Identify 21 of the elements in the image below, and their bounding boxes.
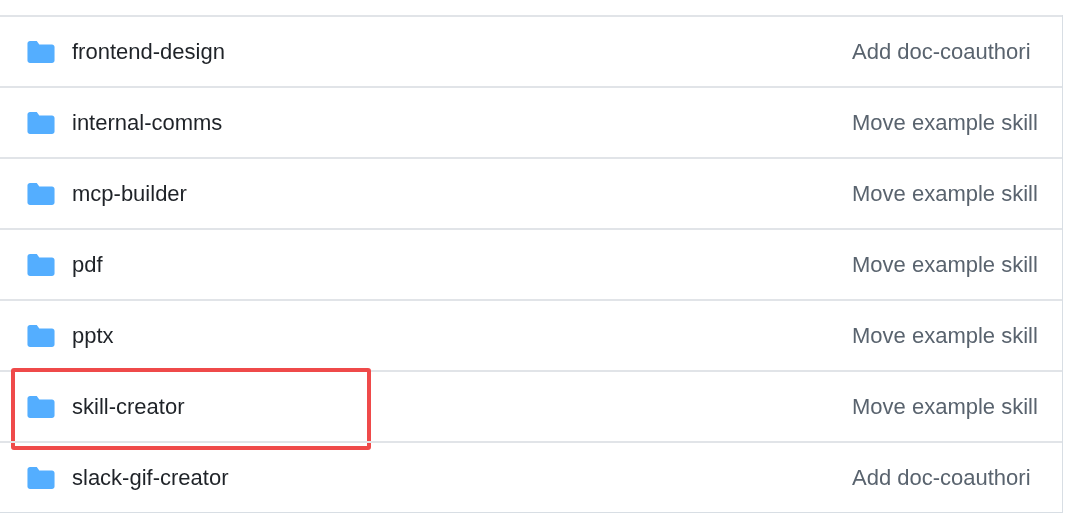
commit-message[interactable]: Move example skill — [852, 248, 1038, 281]
commit-message[interactable]: Move example skill — [852, 177, 1038, 210]
commit-message[interactable]: Move example skill — [852, 390, 1038, 423]
folder-icon — [27, 40, 55, 63]
folder-link[interactable]: internal-comms — [72, 106, 223, 139]
commit-message[interactable]: Move example skill — [852, 319, 1038, 352]
folder-icon — [27, 466, 55, 489]
folder-link[interactable]: frontend-design — [72, 35, 225, 68]
commit-message[interactable]: Add doc-coauthori — [852, 461, 1031, 494]
folder-icon — [27, 253, 55, 276]
folder-link[interactable]: skill-creator — [72, 390, 185, 423]
folder-link[interactable]: mcp-builder — [72, 177, 187, 210]
folder-icon — [27, 111, 55, 134]
commit-message[interactable]: Add doc-coauthori — [852, 35, 1031, 68]
commit-message[interactable]: Move example skill — [852, 106, 1038, 139]
folder-link[interactable]: pptx — [72, 319, 114, 352]
folder-icon — [27, 182, 55, 205]
folder-link[interactable]: slack-gif-creator — [72, 461, 229, 494]
folder-icon — [27, 324, 55, 347]
folder-link[interactable]: pdf — [72, 248, 103, 281]
folder-icon — [27, 395, 55, 418]
